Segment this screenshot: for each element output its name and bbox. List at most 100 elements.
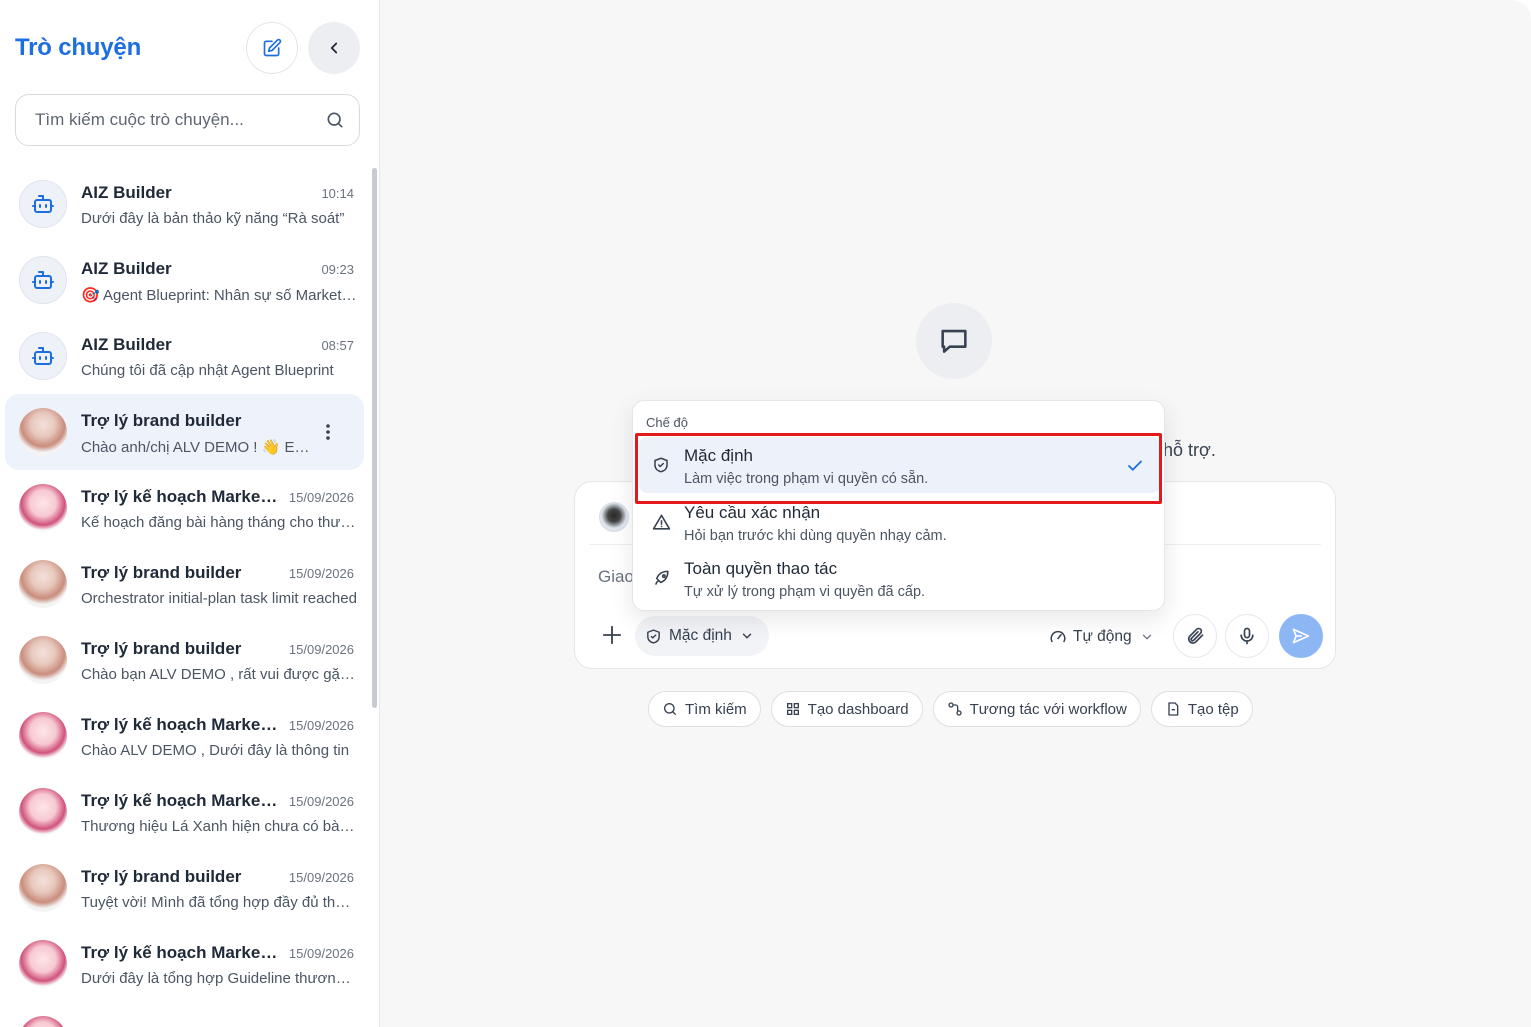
marketing-avatar [19,484,67,532]
grid-icon [786,703,799,715]
option-name: Mặc định [684,446,753,465]
conversation-name: Trợ lý kế hoạch Marketing [81,791,281,810]
conversation-item[interactable]: Trợ lý kế hoạch Marketing 15/09/2026 Dướ… [5,926,364,1002]
conversation-list: AIZ Builder 10:14 Dưới đây là bản thảo k… [0,166,368,1027]
dropdown-title: Chế độ [646,415,688,430]
rocket-icon [651,568,671,588]
conversation-item-active[interactable]: Trợ lý brand builder Chào anh/chị ALV DE… [5,394,364,470]
brand-avatar [19,408,67,456]
workflow-icon [947,702,962,716]
marketing-avatar [19,788,67,836]
conversation-preview: Tuyệt vời! Mình đã tổng hợp đầy đủ thông… [81,894,357,911]
file-icon [1168,702,1179,716]
conversation-item[interactable]: Trợ lý kế hoạch Marketing 15/09/2026 Thư… [5,774,364,850]
chevron-down-icon [1142,634,1151,640]
conversation-item[interactable]: AIZ Builder 10:14 Dưới đây là bản thảo k… [5,166,364,242]
chip-label: Tạo tệp [1187,700,1239,718]
chip-create-dashboard[interactable]: Tạo dashboard [770,691,923,727]
model-selector-button[interactable]: Tự động [1049,622,1154,652]
chip-label: Tìm kiếm [685,700,747,718]
conversation-name: Trợ lý brand builder [81,411,242,430]
sidebar-scrollbar[interactable] [372,168,377,708]
option-name: Yêu cầu xác nhận [684,503,821,522]
shield-icon [651,455,671,475]
option-description: Làm việc trong phạm vi quyền có sẵn. [684,471,929,487]
conversation-name: Trợ lý kế hoạch Marketing [81,715,281,734]
conversation-time: 15/09/2026 [288,642,354,657]
bot-icon [19,256,67,304]
warning-icon [651,512,671,532]
shield-icon [647,628,660,644]
conversation-preview: Thương hiệu Lá Xanh hiện chưa có bài viế… [81,818,357,835]
chip-search[interactable]: Tìm kiếm [648,691,761,727]
gauge-icon [1050,630,1066,643]
conversation-name: Trợ lý brand builder [81,563,242,582]
conversation-preview: Chào ALV DEMO , Dưới đây là thông tin [81,742,350,759]
option-name: Toàn quyền thao tác [684,559,838,578]
conversation-time: 15/09/2026 [288,718,354,733]
conversation-preview: Orchestrator initial-plan task limit rea… [81,590,357,607]
attach-button[interactable] [1173,614,1217,658]
conversation-item[interactable]: Trợ lý brand builder 15/09/2026 Tuyệt vờ… [5,850,364,926]
conversation-item[interactable]: AIZ Builder 09:23 🎯 Agent Blueprint: Nhâ… [5,242,364,318]
more-options-icon[interactable] [318,420,338,444]
mode-option-default[interactable]: Mặc định Làm việc trong phạm vi quyền có… [639,437,1160,493]
conversation-time: 15/09/2026 [288,946,354,961]
collapse-sidebar-button[interactable] [308,22,360,74]
chat-bubble-icon [916,303,992,379]
chip-create-file[interactable]: Tạo tệp [1150,691,1253,727]
mode-option-confirm[interactable]: Yêu cầu xác nhận Hỏi bạn trước khi dùng … [639,494,1160,550]
conversation-time: 15/09/2026 [288,794,354,809]
chip-label: Tạo dashboard [807,700,909,718]
brand-avatar [19,864,67,912]
brand-avatar [19,560,67,608]
window-corner [1509,0,1531,1027]
search-icon[interactable] [325,110,345,130]
conversation-name: AIZ Builder [81,335,172,354]
message-input[interactable]: Giao [598,567,634,587]
send-button[interactable] [1279,614,1323,658]
paperclip-icon [1187,627,1204,644]
conversation-item[interactable]: AIZ Builder 08:57 Chúng tôi đã cập nhật … [5,318,364,394]
conversation-name: AIZ Builder [81,183,172,202]
chevron-left-icon [330,42,338,54]
chip-workflow[interactable]: Tương tác với workflow [932,691,1141,727]
edit-icon [263,38,282,57]
microphone-button[interactable] [1225,614,1269,658]
sidebar-header: Trò chuyện [15,22,360,74]
conversation-item[interactable]: Trợ lý kế hoạch Marketing 15/09/2026 Chà… [5,698,364,774]
mode-selector-button[interactable]: Mặc định [635,616,769,656]
mode-dropdown: Chế độ Mặc định Làm việc trong phạm vi q… [632,400,1165,611]
conversation-preview: Dưới đây là tổng hợp Guideline thương hi… [81,970,357,987]
marketing-avatar [19,940,67,988]
search-box [15,94,360,146]
new-chat-button[interactable] [246,22,298,74]
bot-icon [19,332,67,380]
conversation-time: 15/09/2026 [288,870,354,885]
conversation-item[interactable]: Trợ lý brand builder 15/09/2026 Orchestr… [5,546,364,622]
agent-avatar[interactable] [599,502,629,532]
marketing-avatar [19,1016,67,1027]
option-description: Tự xử lý trong phạm vi quyền đã cấp. [684,584,926,600]
quick-actions: Tìm kiếm Tạo dashboard Tương tác với wor… [648,691,1253,727]
option-description: Hỏi bạn trước khi dùng quyền nhạy cảm. [684,528,947,544]
conversation-item-partial[interactable] [5,1002,364,1027]
chip-label: Tương tác với workflow [969,700,1127,718]
conversation-name: Trợ lý brand builder [81,639,242,658]
search-icon [664,703,676,715]
search-input[interactable] [35,110,325,130]
conversation-preview: 🎯 Agent Blueprint: Nhân sự số Marketing [81,287,357,304]
sidebar-title: Trò chuyện [15,34,142,61]
mode-option-full-access[interactable]: Toàn quyền thao tác Tự xử lý trong phạm … [639,550,1160,606]
empty-state-subtitle: hỗ trợ. [1163,440,1216,460]
conversation-preview: Chào bạn ALV DEMO , rất vui được gặp bạn [81,666,357,683]
conversation-item[interactable]: Trợ lý brand builder 15/09/2026 Chào bạn… [5,622,364,698]
plus-icon[interactable] [599,622,625,648]
bot-icon [19,180,67,228]
conversation-name: Trợ lý kế hoạch Marketing [81,487,281,506]
conversation-time: 10:14 [321,186,354,201]
conversation-item[interactable]: Trợ lý kế hoạch Marketing 15/09/2026 Kế … [5,470,364,546]
conversation-name: Trợ lý kế hoạch Marketing [81,943,281,962]
conversation-preview: Kế hoạch đăng bài hàng tháng cho thương … [81,514,357,531]
conversation-time: 15/09/2026 [288,490,354,505]
